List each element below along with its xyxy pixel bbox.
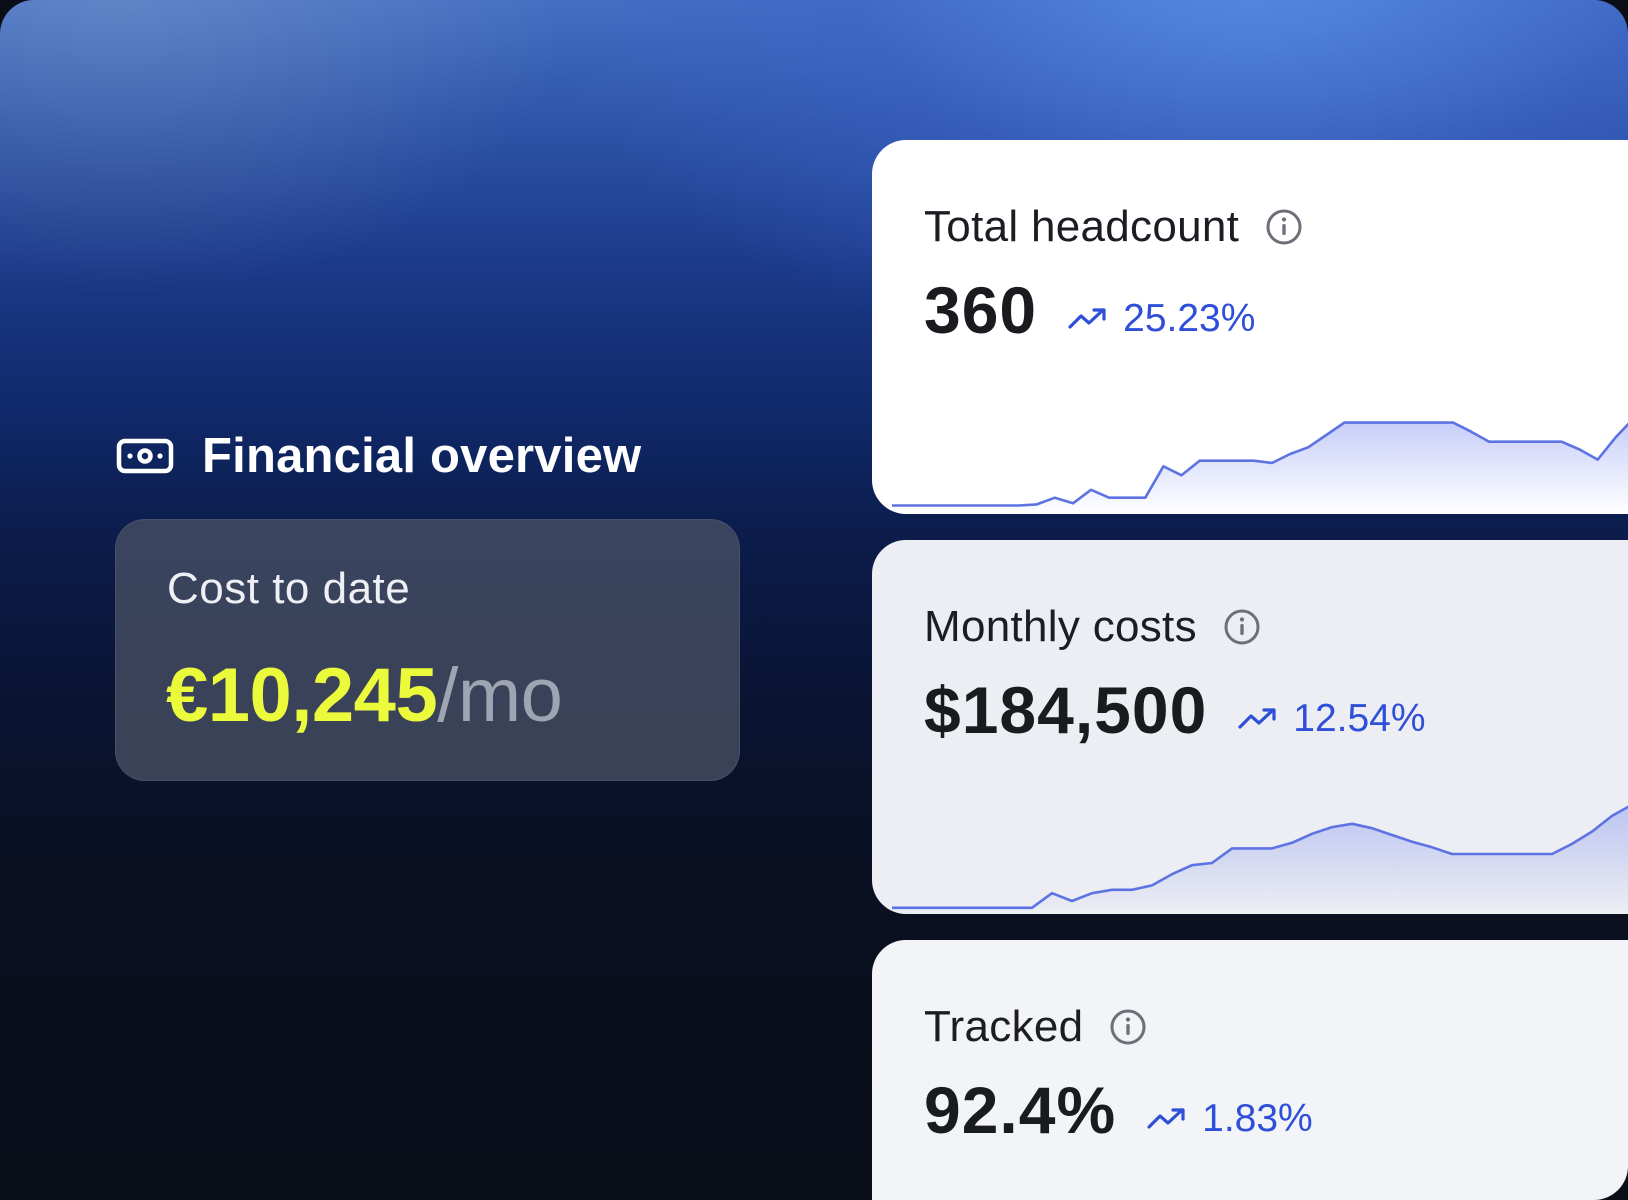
trend-indicator: 25.23%	[1067, 297, 1255, 341]
trend-up-icon	[1147, 1108, 1185, 1129]
stat-label: Monthly costs	[924, 602, 1197, 651]
stat-row: $184,500 12.54%	[924, 672, 1426, 748]
trend-value: 1.83%	[1202, 1097, 1313, 1140]
cost-to-date-value: €10,245/mo	[166, 652, 563, 739]
financial-overview-header: Financial overview	[116, 428, 641, 484]
cost-to-date-label: Cost to date	[167, 564, 411, 613]
cash-icon	[116, 438, 174, 474]
info-icon[interactable]	[1265, 208, 1303, 246]
total-headcount-card[interactable]: Total headcount 360 25.23%	[872, 140, 1628, 514]
cost-to-date-card[interactable]: Cost to date €10,245/mo	[115, 519, 740, 781]
sparkline-area	[892, 422, 1628, 514]
info-icon[interactable]	[1223, 608, 1261, 646]
trend-indicator: 12.54%	[1237, 697, 1426, 741]
stat-value: $184,500	[924, 673, 1208, 747]
trend-up-icon	[1068, 308, 1106, 329]
dashboard-canvas: Financial overview Cost to date €10,245/…	[0, 0, 1628, 1200]
stat-value: 92.4%	[924, 1073, 1117, 1147]
cost-unit: /mo	[437, 653, 563, 738]
financial-overview-title: Financial overview	[202, 429, 642, 483]
stat-header: Monthly costs	[924, 602, 1261, 652]
sparkline-area	[892, 806, 1628, 914]
info-icon[interactable]	[1109, 1008, 1147, 1046]
tracked-card[interactable]: Tracked 92.4% 1.83%	[872, 940, 1628, 1200]
stat-label: Tracked	[924, 1002, 1084, 1051]
headcount-sparkline	[892, 394, 1628, 514]
trend-value: 12.54%	[1293, 697, 1426, 740]
trend-indicator: 1.83%	[1146, 1097, 1313, 1141]
stat-row: 360 25.23%	[924, 272, 1255, 348]
monthly-costs-card[interactable]: Monthly costs $184,500 12.54%	[872, 540, 1628, 914]
stat-header: Tracked	[924, 1002, 1147, 1052]
monthly-costs-sparkline	[892, 794, 1628, 914]
stat-value: 360	[924, 273, 1038, 347]
stat-label: Total headcount	[924, 202, 1240, 251]
stat-header: Total headcount	[924, 202, 1303, 252]
stat-row: 92.4% 1.83%	[924, 1072, 1313, 1148]
cost-amount: €10,245	[166, 653, 438, 738]
trend-up-icon	[1238, 708, 1276, 729]
trend-value: 25.23%	[1123, 297, 1256, 340]
